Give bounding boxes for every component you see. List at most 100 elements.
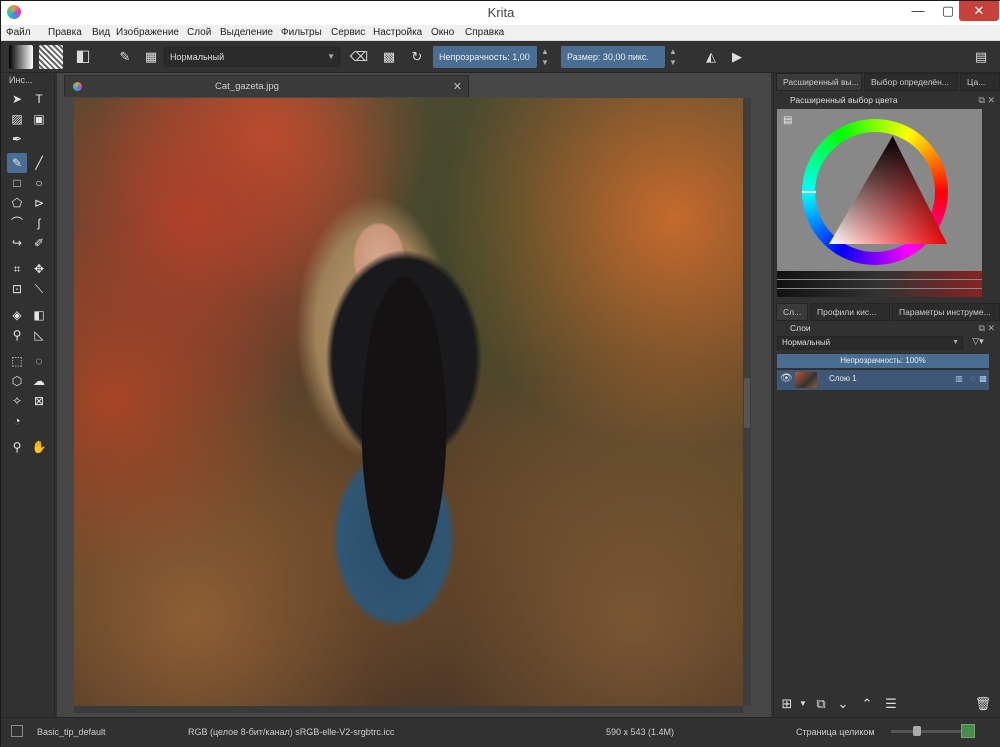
move-layer-up-button[interactable]: ⌃ bbox=[858, 695, 876, 713]
size-spin[interactable]: ▲ ▼ bbox=[666, 46, 680, 68]
fg-bg-color-icon[interactable]: ◧ bbox=[71, 45, 95, 69]
tab-palette[interactable]: Ца... bbox=[960, 73, 1000, 91]
grid-icon[interactable]: ▦ bbox=[139, 45, 163, 69]
color-picker-tool-icon[interactable]: ⚲ bbox=[7, 325, 27, 345]
measure-tool-icon[interactable]: ⟍ bbox=[29, 279, 49, 299]
ellipse-select-tool-icon[interactable]: ◌ bbox=[29, 351, 49, 371]
vertical-scrollbar[interactable] bbox=[743, 98, 751, 706]
move-tool-icon[interactable]: ✥ bbox=[29, 259, 49, 279]
gradient-preset-icon[interactable] bbox=[9, 45, 33, 69]
close-button[interactable]: ✕ bbox=[959, 1, 999, 21]
opacity-slider[interactable]: Непрозрачность: 1,00 bbox=[433, 46, 537, 68]
mirror-vertical-icon[interactable]: ▶ bbox=[725, 45, 749, 69]
layer-row[interactable]: 👁 Слою 1 ▥ ◌ ▩ bbox=[777, 370, 989, 390]
zoom-slider[interactable] bbox=[891, 726, 961, 736]
menu-view[interactable]: Вид bbox=[92, 27, 110, 38]
close-tab-icon[interactable]: ✕ bbox=[453, 80, 462, 93]
select-shape-tool-icon[interactable]: ➤ bbox=[7, 89, 27, 109]
rectangle-tool-icon[interactable]: □ bbox=[7, 173, 27, 193]
canvas-fit-icon[interactable] bbox=[961, 724, 975, 738]
color-selector[interactable]: ▤ bbox=[777, 109, 982, 297]
zoom-tool-icon[interactable]: ⚲ bbox=[7, 437, 27, 457]
menu-help[interactable]: Справка bbox=[465, 27, 504, 38]
crop-tool-icon[interactable]: ⌗ bbox=[7, 259, 27, 279]
edit-shapes-tool-icon[interactable]: ▨ bbox=[7, 109, 27, 129]
freehand-select-tool-icon[interactable]: ☁ bbox=[29, 371, 49, 391]
polygon-tool-icon[interactable]: ⬠ bbox=[7, 193, 27, 213]
move-layer-down-button[interactable]: ⌄ bbox=[834, 695, 852, 713]
eraser-icon[interactable]: ⌫ bbox=[347, 45, 371, 69]
multibrush-tool-icon[interactable]: ✐ bbox=[29, 233, 49, 253]
polyline-tool-icon[interactable]: ⊳ bbox=[29, 193, 49, 213]
menu-filters[interactable]: Фильтры bbox=[281, 27, 322, 38]
rect-select-tool-icon[interactable]: ⬚ bbox=[7, 351, 27, 371]
menu-settings[interactable]: Настройка bbox=[373, 27, 422, 38]
size-slider[interactable]: Размер: 30,00 пикс. bbox=[561, 46, 665, 68]
text-tool-icon[interactable]: T bbox=[29, 89, 49, 109]
fill-tool-icon[interactable]: ◈ bbox=[7, 305, 27, 325]
tab-brush-presets[interactable]: Профили кис... bbox=[810, 303, 890, 321]
hue-wheel[interactable] bbox=[802, 119, 948, 265]
opacity-spin[interactable]: ▲ ▼ bbox=[538, 46, 552, 68]
freehand-path-tool-icon[interactable]: ʃ bbox=[29, 213, 49, 233]
alpha-lock-icon[interactable]: ▩ bbox=[377, 45, 401, 69]
menu-layer[interactable]: Слой bbox=[187, 27, 211, 38]
minimize-button[interactable]: — bbox=[903, 1, 933, 21]
tab-layers[interactable]: Сл... bbox=[776, 303, 808, 321]
magic-wand-tool-icon[interactable]: ✧ bbox=[7, 391, 27, 411]
tab-advanced-color-selector[interactable]: Расширенный вы... bbox=[776, 73, 862, 91]
alpha-lock-icon[interactable]: ▥ bbox=[953, 374, 965, 386]
eye-icon[interactable]: 👁 bbox=[780, 373, 793, 384]
menu-image[interactable]: Изображение bbox=[116, 27, 179, 38]
float-close-icon[interactable]: ⧉ ✕ bbox=[979, 93, 995, 107]
filter-icon[interactable]: ▽▾ bbox=[967, 336, 989, 350]
chevron-down-icon[interactable]: ▼ bbox=[794, 695, 812, 713]
horizontal-scrollbar[interactable] bbox=[74, 706, 743, 713]
dynamic-brush-tool-icon[interactable]: ↪ bbox=[7, 233, 27, 253]
brush-name: Basic_tip_default bbox=[37, 727, 106, 737]
pan-tool-icon[interactable]: ✋ bbox=[29, 437, 49, 457]
layer-thumbnail bbox=[795, 372, 817, 388]
settings-panel-icon[interactable]: ▤ bbox=[969, 45, 993, 69]
duplicate-layer-button[interactable]: ⧉ bbox=[812, 695, 830, 713]
menu-select[interactable]: Выделение bbox=[220, 27, 273, 38]
menu-edit[interactable]: Правка bbox=[48, 27, 82, 38]
float-close-icon[interactable]: ⧉ ✕ bbox=[979, 321, 995, 335]
color-history-strips[interactable] bbox=[777, 271, 982, 297]
selector-settings-icon[interactable]: ▤ bbox=[783, 115, 792, 126]
document-tab[interactable]: Cat_gazeta.jpg ✕ bbox=[64, 75, 469, 97]
saturation-value-triangle[interactable] bbox=[829, 136, 947, 244]
zoom-mode[interactable]: Страница целиком bbox=[796, 727, 875, 737]
layer-blend-mode-select[interactable]: Нормальный ▼ bbox=[777, 336, 963, 350]
bezier-tool-icon[interactable]: ⌒ bbox=[7, 213, 27, 233]
pattern-preset-icon[interactable] bbox=[39, 45, 63, 69]
angle-tool-icon[interactable]: ◺ bbox=[29, 325, 49, 345]
scrollbar-thumb[interactable] bbox=[744, 378, 750, 428]
menu-tools[interactable]: Сервис bbox=[331, 27, 365, 38]
layer-properties-button[interactable]: ☰ bbox=[882, 695, 900, 713]
menu-window[interactable]: Окно bbox=[431, 27, 454, 38]
gradient-tool-icon[interactable]: ◧ bbox=[29, 305, 49, 325]
zoom-slider-handle[interactable] bbox=[913, 726, 921, 736]
blend-mode-select[interactable]: Нормальный ▼ bbox=[164, 47, 340, 67]
assistant-tool-icon[interactable]: ✒ bbox=[7, 129, 27, 149]
brush-preset-icon[interactable]: ✎ bbox=[113, 45, 137, 69]
canvas-image[interactable] bbox=[74, 98, 743, 706]
menu-file[interactable]: Файл bbox=[6, 27, 31, 38]
layer-opacity-slider[interactable]: Непрозрачность: 100% bbox=[777, 354, 989, 368]
bezier-select-tool-icon[interactable]: ◔ bbox=[7, 411, 27, 431]
tab-specific-color-selector[interactable]: Выбор определён... bbox=[864, 73, 958, 91]
mirror-horizontal-icon[interactable]: ◭ bbox=[699, 45, 723, 69]
transform-tool-icon[interactable]: ⊡ bbox=[7, 279, 27, 299]
polygon-select-tool-icon[interactable]: ⬡ bbox=[7, 371, 27, 391]
similar-select-tool-icon[interactable]: ⊠ bbox=[29, 391, 49, 411]
delete-layer-button[interactable]: 🗑 bbox=[974, 695, 992, 713]
layer-name: Слою 1 bbox=[829, 374, 857, 383]
ellipse-tool-icon[interactable]: ○ bbox=[29, 173, 49, 193]
tab-tool-options[interactable]: Параметры инструме... bbox=[892, 303, 1000, 321]
line-tool-icon[interactable]: ╱ bbox=[29, 153, 49, 173]
lock-icon[interactable]: ▩ bbox=[977, 374, 989, 386]
reload-preset-icon[interactable]: ↻ bbox=[405, 45, 429, 69]
calligraphy-tool-icon[interactable]: ▣ bbox=[29, 109, 49, 129]
freehand-brush-tool-icon[interactable]: ✎ bbox=[7, 153, 27, 173]
